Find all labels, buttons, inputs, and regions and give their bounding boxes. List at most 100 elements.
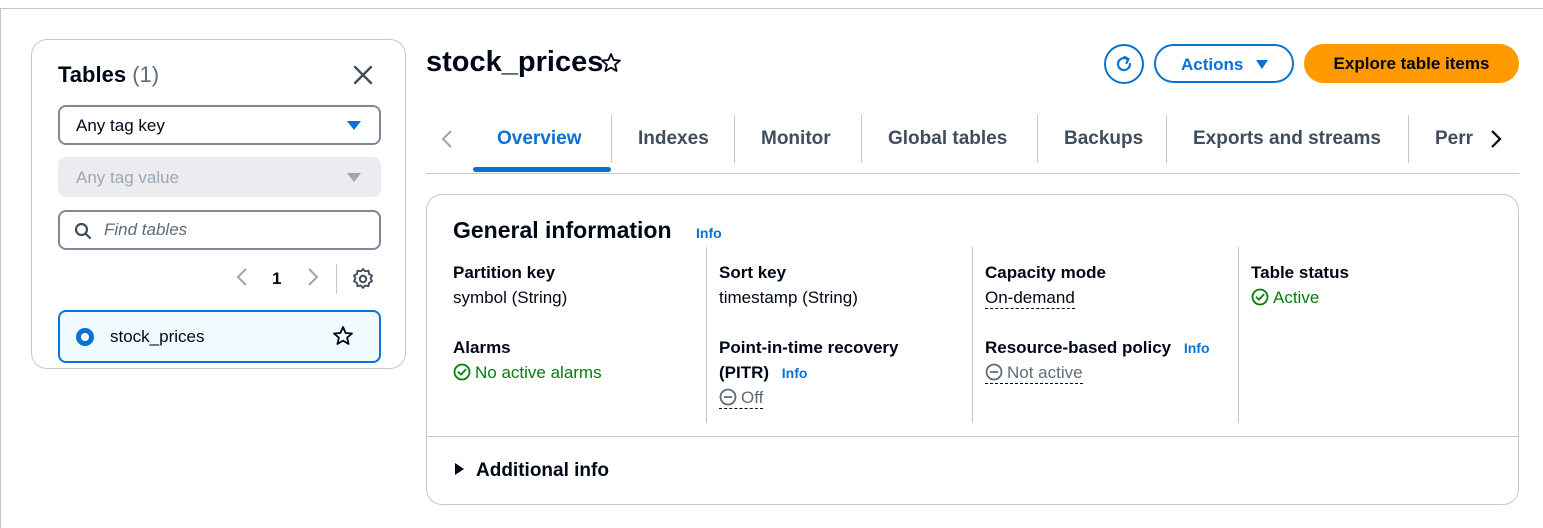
check-circle-icon xyxy=(453,363,471,381)
star-icon xyxy=(601,53,621,72)
table-count: (1) xyxy=(132,62,160,87)
chevron-left-icon xyxy=(236,268,247,286)
sort-key-value: timestamp (String) xyxy=(719,288,858,307)
close-panel-button[interactable] xyxy=(350,62,376,88)
tab-divider xyxy=(1166,115,1167,163)
additional-info-label: Additional info xyxy=(476,460,609,481)
general-information-card: General information Info Partition key s… xyxy=(426,194,1519,505)
capacity-mode-value: On-demand xyxy=(985,288,1075,309)
actions-button[interactable]: Actions xyxy=(1154,44,1294,83)
tab-divider xyxy=(1408,115,1409,163)
stopped-icon xyxy=(985,363,1003,381)
card-divider xyxy=(427,436,1518,437)
table-status: Active xyxy=(1251,288,1319,308)
additional-info-expander[interactable]: Additional info xyxy=(455,460,609,482)
pitr-abbrev: (PITR) xyxy=(719,363,770,382)
capacity-mode-status[interactable]: On-demand xyxy=(985,288,1075,309)
find-tables-search xyxy=(58,210,381,250)
panel-title-text: Tables xyxy=(58,62,127,87)
column-divider xyxy=(972,247,973,423)
column-capacity-policy: Capacity mode On-demand Resource-based p… xyxy=(985,247,1235,423)
refresh-icon xyxy=(1116,55,1132,72)
column-sort-pitr: Sort key timestamp (String) Point-in-tim… xyxy=(719,247,969,423)
column-status: Table status Active xyxy=(1251,247,1501,423)
page-number[interactable]: 1 xyxy=(272,269,281,289)
tab-divider xyxy=(861,115,862,163)
star-icon xyxy=(333,326,353,345)
resource-policy-label: Resource-based policy Info xyxy=(985,338,1210,358)
search-icon xyxy=(74,222,92,240)
sort-key-label: Sort key xyxy=(719,263,787,282)
pitr-label: Point-in-time recovery xyxy=(719,338,899,357)
find-tables-input[interactable] xyxy=(104,218,364,242)
tabs-scroll-right-button[interactable] xyxy=(1489,128,1503,155)
gear-icon xyxy=(353,267,373,289)
caret-down-icon xyxy=(347,173,361,182)
pager-divider xyxy=(336,264,337,294)
page-title: stock_prices xyxy=(426,46,604,78)
tab-divider xyxy=(611,115,612,163)
check-circle-icon xyxy=(1251,288,1269,306)
chevron-left-icon xyxy=(441,130,452,148)
tab-divider xyxy=(734,115,735,163)
tab-divider xyxy=(1037,115,1038,163)
column-divider xyxy=(706,247,707,423)
table-list-item[interactable]: stock_prices xyxy=(58,310,381,363)
resource-policy-value: Not active xyxy=(1007,363,1083,382)
left-divider xyxy=(0,8,1,528)
close-icon xyxy=(353,65,373,85)
selected-radio-icon[interactable] xyxy=(76,328,94,346)
partition-key-label: Partition key xyxy=(453,263,556,282)
table-status-label: Table status xyxy=(1251,263,1349,282)
alarms-status: No active alarms xyxy=(453,363,602,383)
info-link[interactable]: Info xyxy=(696,225,722,241)
tag-value-select: Any tag value xyxy=(58,157,381,197)
stopped-icon xyxy=(719,388,737,406)
resource-policy-status[interactable]: Not active xyxy=(985,363,1083,384)
next-page-button[interactable] xyxy=(306,266,320,293)
card-title: General information xyxy=(453,217,672,243)
favorite-star-button[interactable] xyxy=(332,325,354,352)
resource-policy-label-text: Resource-based policy xyxy=(985,338,1172,357)
favorite-table-button[interactable] xyxy=(600,52,622,79)
pitr-label-cont: (PITR) Info xyxy=(719,363,807,383)
tab-backups[interactable]: Backups xyxy=(1064,128,1143,150)
actions-label: Actions xyxy=(1181,55,1244,74)
tab-permissions[interactable]: Perr xyxy=(1435,128,1473,150)
table-status-value: Active xyxy=(1273,288,1320,307)
tab-monitor[interactable]: Monitor xyxy=(761,128,831,150)
tables-panel: Tables (1) Any tag key Any tag value 1 xyxy=(31,39,406,369)
refresh-button[interactable] xyxy=(1104,44,1144,84)
tab-global-tables[interactable]: Global tables xyxy=(888,128,1007,150)
partition-key-value: symbol (String) xyxy=(453,288,568,307)
pitr-status[interactable]: Off xyxy=(719,388,764,409)
tab-indexes[interactable]: Indexes xyxy=(638,128,709,150)
caret-down-icon xyxy=(1256,60,1268,69)
column-keys: Partition key symbol (String) Alarms No … xyxy=(453,247,703,423)
active-tab-indicator xyxy=(473,167,611,172)
pitr-info-link[interactable]: Info xyxy=(782,365,808,381)
column-divider xyxy=(1238,247,1239,423)
preferences-button[interactable] xyxy=(352,267,374,295)
alarms-label: Alarms xyxy=(453,338,511,357)
capacity-mode-label: Capacity mode xyxy=(985,263,1106,282)
pitr-value: Off xyxy=(741,388,764,407)
tag-key-value: Any tag key xyxy=(76,116,165,135)
alarms-value: No active alarms xyxy=(475,363,602,382)
chevron-right-icon xyxy=(1491,130,1502,148)
top-divider xyxy=(0,8,1543,9)
explore-table-items-button[interactable]: Explore table items xyxy=(1304,44,1519,83)
tab-exports-and-streams[interactable]: Exports and streams xyxy=(1193,128,1381,150)
table-name: stock_prices xyxy=(110,327,205,346)
tabs-scroll-left-button[interactable] xyxy=(440,128,454,155)
policy-info-link[interactable]: Info xyxy=(1184,340,1210,356)
tag-value-placeholder: Any tag value xyxy=(76,168,180,187)
panel-title: Tables (1) xyxy=(58,62,159,88)
tab-overview[interactable]: Overview xyxy=(497,128,582,150)
previous-page-button[interactable] xyxy=(235,266,249,293)
chevron-right-icon xyxy=(308,268,319,286)
caret-right-icon xyxy=(455,463,464,475)
tab-bar: Overview Indexes Monitor Global tables B… xyxy=(426,110,1519,174)
tag-key-select[interactable]: Any tag key xyxy=(58,105,381,145)
caret-down-icon xyxy=(347,121,361,130)
